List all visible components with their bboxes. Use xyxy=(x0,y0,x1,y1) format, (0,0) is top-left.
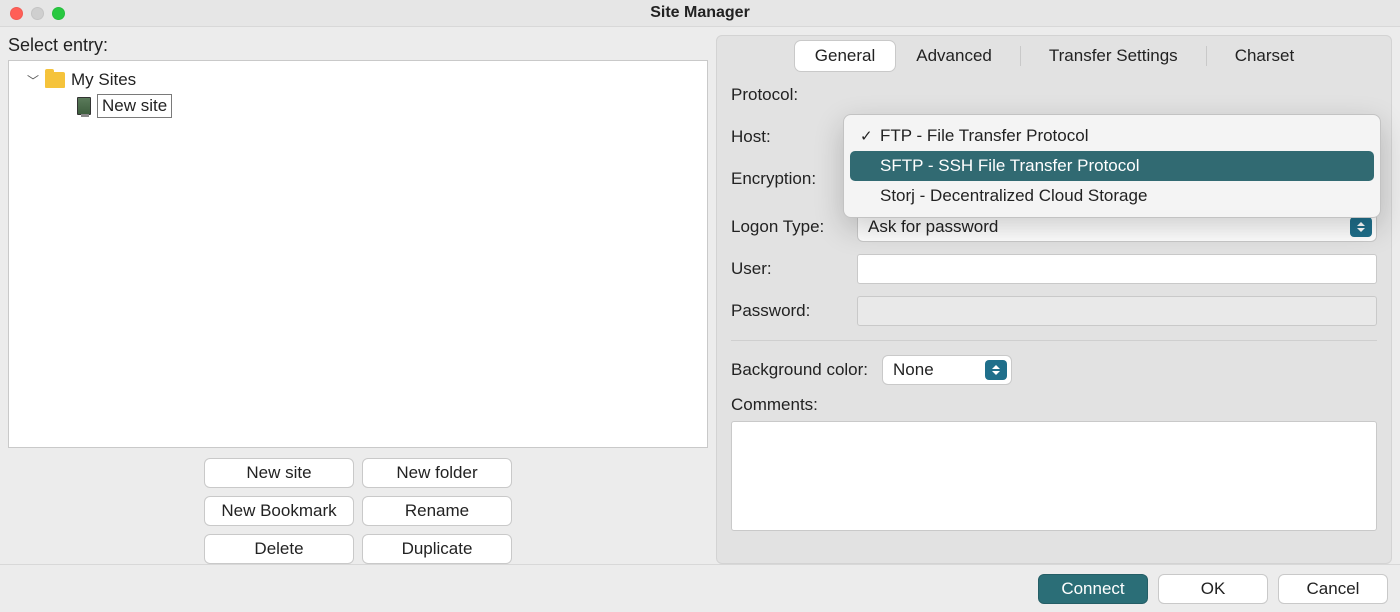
rename-button[interactable]: Rename xyxy=(362,496,512,526)
protocol-option-sftp[interactable]: SFTP - SSH File Transfer Protocol xyxy=(850,151,1374,181)
site-tree[interactable]: ﹀ My Sites New site xyxy=(8,60,708,448)
window-controls xyxy=(10,7,80,20)
protocol-dropdown[interactable]: FTP - File Transfer Protocol SFTP - SSH … xyxy=(843,114,1381,218)
protocol-option-storj[interactable]: Storj - Decentralized Cloud Storage xyxy=(850,181,1374,211)
new-bookmark-button[interactable]: New Bookmark xyxy=(204,496,354,526)
background-color-row: Background color: None xyxy=(731,355,1377,385)
new-site-button[interactable]: New site xyxy=(204,458,354,488)
user-label: User: xyxy=(731,259,847,279)
background-color-select[interactable]: None xyxy=(882,355,1012,385)
window-title: Site Manager xyxy=(80,4,1320,22)
tab-separator xyxy=(1206,46,1207,66)
dialog-footer: Connect OK Cancel xyxy=(0,564,1400,612)
background-color-value: None xyxy=(893,360,934,380)
tree-folder-my-sites[interactable]: ﹀ My Sites xyxy=(13,67,703,93)
password-input[interactable] xyxy=(857,296,1377,326)
minimize-window-icon[interactable] xyxy=(31,7,44,20)
tab-general[interactable]: General xyxy=(794,40,896,72)
left-panel: Select entry: ﹀ My Sites New site New si… xyxy=(8,35,708,564)
site-manager-window: Site Manager Select entry: ﹀ My Sites Ne… xyxy=(0,0,1400,612)
protocol-option-ftp[interactable]: FTP - File Transfer Protocol xyxy=(850,121,1374,151)
tab-advanced[interactable]: Advanced xyxy=(896,41,1012,71)
tab-charset[interactable]: Charset xyxy=(1215,41,1315,71)
server-icon xyxy=(77,97,91,115)
chevron-down-icon[interactable]: ﹀ xyxy=(27,72,39,89)
tree-buttons: New site New folder New Bookmark Rename … xyxy=(8,448,708,564)
tab-separator xyxy=(1020,46,1021,66)
zoom-window-icon[interactable] xyxy=(52,7,65,20)
logon-type-value: Ask for password xyxy=(868,217,998,237)
encryption-label: Encryption: xyxy=(731,169,847,189)
protocol-select-placeholder xyxy=(857,80,1377,110)
tree-site-new-site[interactable]: New site xyxy=(13,93,703,119)
tab-transfer[interactable]: Transfer Settings xyxy=(1029,41,1198,71)
right-panel: General Advanced Transfer Settings Chars… xyxy=(716,35,1392,564)
select-stepper-icon xyxy=(1350,217,1372,237)
duplicate-button[interactable]: Duplicate xyxy=(362,534,512,564)
connect-button[interactable]: Connect xyxy=(1038,574,1148,604)
tree-folder-label: My Sites xyxy=(71,70,136,90)
site-name-input[interactable]: New site xyxy=(97,94,172,118)
tabs: General Advanced Transfer Settings Chars… xyxy=(731,36,1377,76)
logon-type-label: Logon Type: xyxy=(731,217,847,237)
comments-label: Comments: xyxy=(731,395,1377,415)
protocol-label: Protocol: xyxy=(731,85,847,105)
divider xyxy=(731,340,1377,341)
password-label: Password: xyxy=(731,301,847,321)
background-color-label: Background color: xyxy=(731,360,868,380)
logon-form: Logon Type: Ask for password User: Passw… xyxy=(731,208,1377,326)
folder-icon xyxy=(45,72,65,88)
ok-button[interactable]: OK xyxy=(1158,574,1268,604)
close-window-icon[interactable] xyxy=(10,7,23,20)
delete-button[interactable]: Delete xyxy=(204,534,354,564)
user-input[interactable] xyxy=(857,254,1377,284)
select-stepper-icon xyxy=(985,360,1007,380)
new-folder-button[interactable]: New folder xyxy=(362,458,512,488)
host-label: Host: xyxy=(731,127,847,147)
comments-textarea[interactable] xyxy=(731,421,1377,531)
cancel-button[interactable]: Cancel xyxy=(1278,574,1388,604)
select-entry-label: Select entry: xyxy=(8,35,708,56)
titlebar: Site Manager xyxy=(0,0,1400,27)
